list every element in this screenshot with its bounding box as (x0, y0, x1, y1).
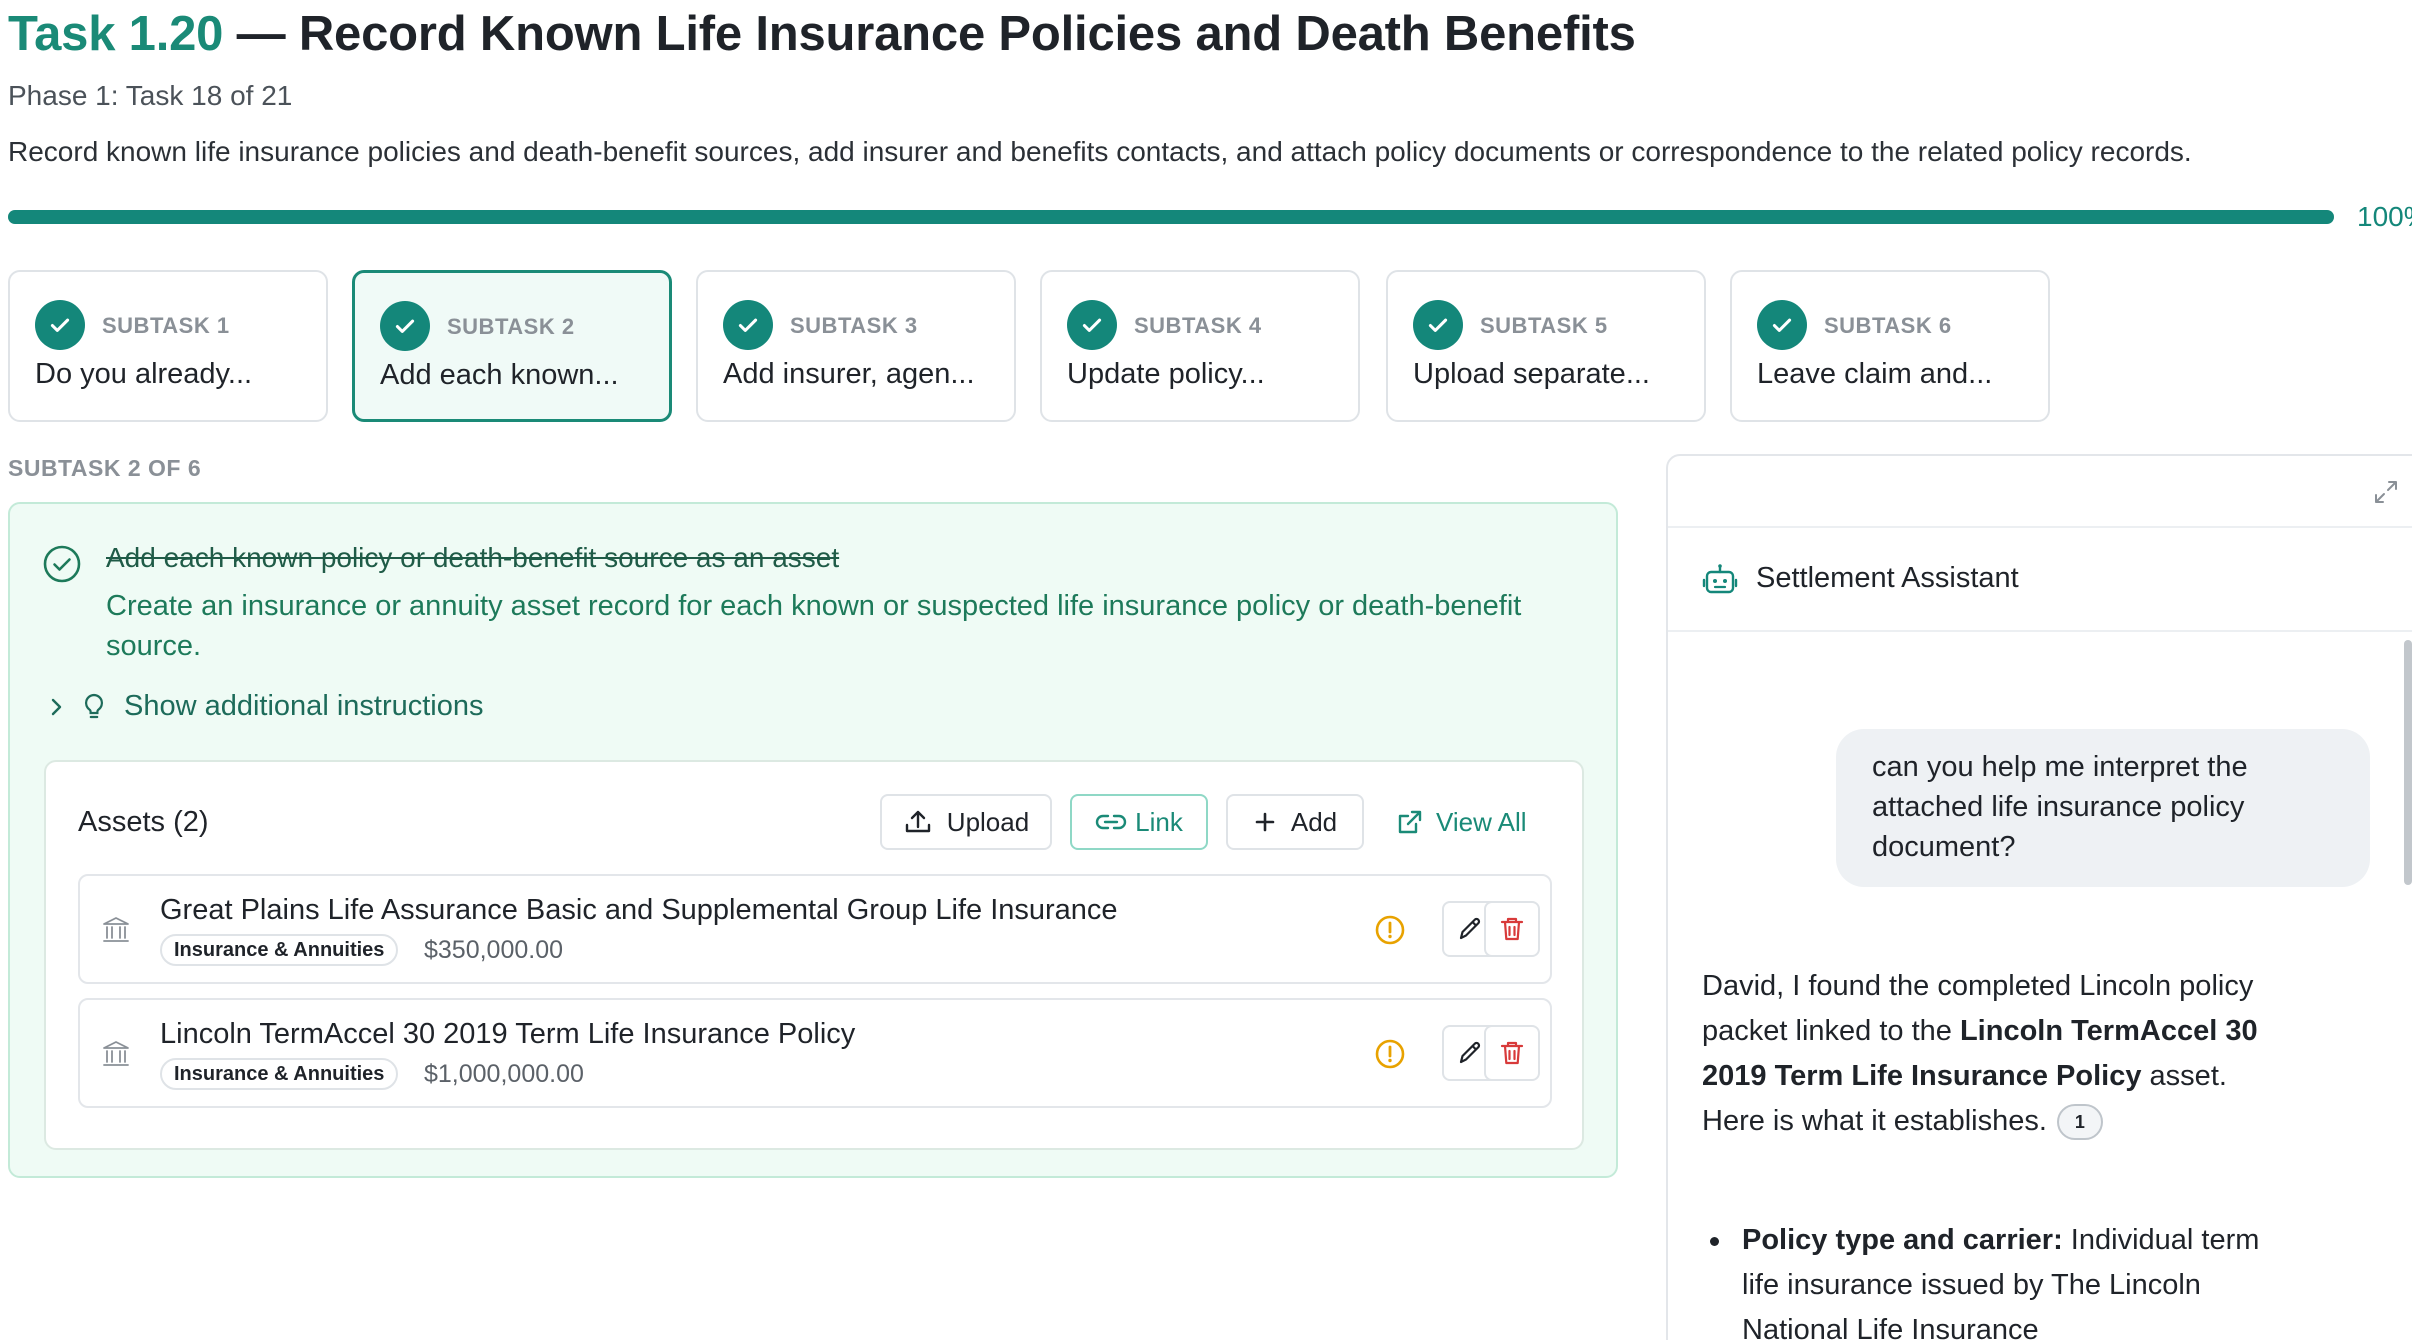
robot-icon (1702, 564, 1738, 594)
bank-icon (103, 917, 129, 942)
progress-bar (8, 210, 2334, 224)
subtask-card-5[interactable]: SUBTASK 5 Upload separate... (1386, 270, 1706, 422)
subtask-label: SUBTASK 6 (1824, 313, 1952, 338)
task-number: Task 1.20 (8, 7, 224, 61)
asset-name[interactable]: Lincoln TermAccel 30 2019 Term Life Insu… (160, 1018, 855, 1051)
subtask-title-completed: Add each known policy or death-benefit s… (106, 542, 840, 573)
link-icon (1095, 814, 1127, 830)
add-label: Add (1290, 806, 1338, 837)
lightbulb-icon (85, 693, 103, 718)
assets-panel: Assets (2) Upload Link Add View All Grea… (44, 760, 1584, 1150)
expand-icon[interactable] (2372, 478, 2400, 506)
asset-category-badge: Insurance & Annuities (160, 934, 399, 966)
check-icon (723, 300, 773, 350)
trash-icon (1500, 1041, 1524, 1065)
check-icon (1413, 300, 1463, 350)
progress-fill (8, 210, 2334, 224)
subtask-detail-card: Add each known policy or death-benefit s… (8, 502, 1618, 1178)
page-title: Task 1.20 — Record Known Life Insurance … (8, 6, 1636, 62)
upload-icon (905, 810, 930, 833)
assistant-reply: David, I found the completed Lincoln pol… (1702, 964, 2262, 1144)
subtask-card-2[interactable]: SUBTASK 2 Add each known... (352, 270, 672, 422)
bullet-label: Policy type and carrier: (1742, 1224, 2063, 1256)
add-button[interactable]: Add (1226, 794, 1364, 850)
assistant-panel: Settlement Assistant can you help me int… (1666, 454, 2412, 1340)
check-circle-icon (43, 545, 81, 583)
progress-percent: 100% (2357, 201, 2412, 232)
assistant-header: Settlement Assistant (1668, 528, 2412, 632)
subtask-title: Add insurer, agen... (723, 358, 975, 390)
bullet-dot (1710, 1237, 1719, 1246)
asset-name[interactable]: Great Plains Life Assurance Basic and Su… (160, 894, 1118, 927)
check-icon (35, 300, 85, 350)
show-additional-instructions[interactable]: Show additional instructions (48, 690, 483, 723)
subtask-title: Do you already... (35, 358, 253, 390)
subtask-title: Upload separate... (1413, 358, 1650, 390)
subtask-label: SUBTASK 1 (102, 313, 230, 338)
link-label: Link (1135, 806, 1183, 837)
subtask-position: SUBTASK 2 OF 6 (8, 455, 202, 481)
asset-amount: $1,000,000.00 (424, 1060, 584, 1088)
citation-badge[interactable]: 1 (2056, 1104, 2103, 1141)
assistant-title: Settlement Assistant (1756, 562, 2019, 594)
subtask-label: SUBTASK 4 (1134, 313, 1262, 338)
subtask-title: Leave claim and... (1757, 358, 1993, 390)
pencil-icon (1459, 1041, 1481, 1064)
plus-icon (1255, 812, 1275, 832)
upload-label: Upload (946, 806, 1030, 837)
subtask-instructions: Create an insurance or annuity asset rec… (106, 590, 1522, 662)
check-icon (380, 301, 430, 351)
subtask-card-3[interactable]: SUBTASK 3 Add insurer, agen... (696, 270, 1016, 422)
assistant-topbar (1668, 456, 2412, 528)
subtask-label: SUBTASK 3 (790, 313, 918, 338)
delete-button[interactable] (1484, 901, 1540, 957)
chevron-right-icon (51, 698, 62, 715)
subtask-card-1[interactable]: SUBTASK 1 Do you already... (8, 270, 328, 422)
subtask-title: Add each known... (380, 359, 619, 391)
user-message: can you help me interpret the attached l… (1836, 729, 2370, 887)
view-all-label: View All (1436, 806, 1527, 837)
upload-button[interactable]: Upload (880, 794, 1052, 850)
asset-category-badge: Insurance & Annuities (160, 1058, 399, 1090)
task-description: Record known life insurance policies and… (8, 136, 2192, 167)
check-icon (1067, 300, 1117, 350)
subtask-title: Update policy... (1067, 358, 1265, 390)
link-button[interactable]: Link (1070, 794, 1208, 850)
warning-icon[interactable] (1374, 914, 1406, 946)
subtask-list: SUBTASK 1 Do you already... SUBTASK 2 Ad… (8, 270, 2068, 422)
check-icon (1757, 300, 1807, 350)
task-title: — Record Known Life Insurance Policies a… (223, 7, 1636, 61)
warning-icon[interactable] (1374, 1038, 1406, 1070)
assets-title: Assets (2) (78, 806, 209, 838)
delete-button[interactable] (1484, 1025, 1540, 1081)
pencil-icon (1459, 917, 1481, 940)
bank-icon (103, 1041, 129, 1066)
show-additional-instructions-label: Show additional instructions (124, 690, 484, 722)
subtask-label: SUBTASK 5 (1480, 313, 1608, 338)
reply-bullet: Policy type and carrier: Individual term… (1702, 1218, 2302, 1340)
asset-row[interactable]: Great Plains Life Assurance Basic and Su… (78, 874, 1552, 984)
view-all-link[interactable]: View All (1396, 794, 1527, 850)
phase-label: Phase 1: Task 18 of 21 (8, 80, 293, 111)
assistant-scrollbar[interactable] (2404, 640, 2412, 885)
subtask-label: SUBTASK 2 (447, 314, 575, 339)
asset-row[interactable]: Lincoln TermAccel 30 2019 Term Life Insu… (78, 998, 1552, 1108)
external-link-icon (1398, 810, 1422, 834)
trash-icon (1500, 917, 1524, 941)
asset-amount: $350,000.00 (424, 936, 564, 964)
subtask-card-4[interactable]: SUBTASK 4 Update policy... (1040, 270, 1360, 422)
subtask-card-6[interactable]: SUBTASK 6 Leave claim and... (1730, 270, 2050, 422)
